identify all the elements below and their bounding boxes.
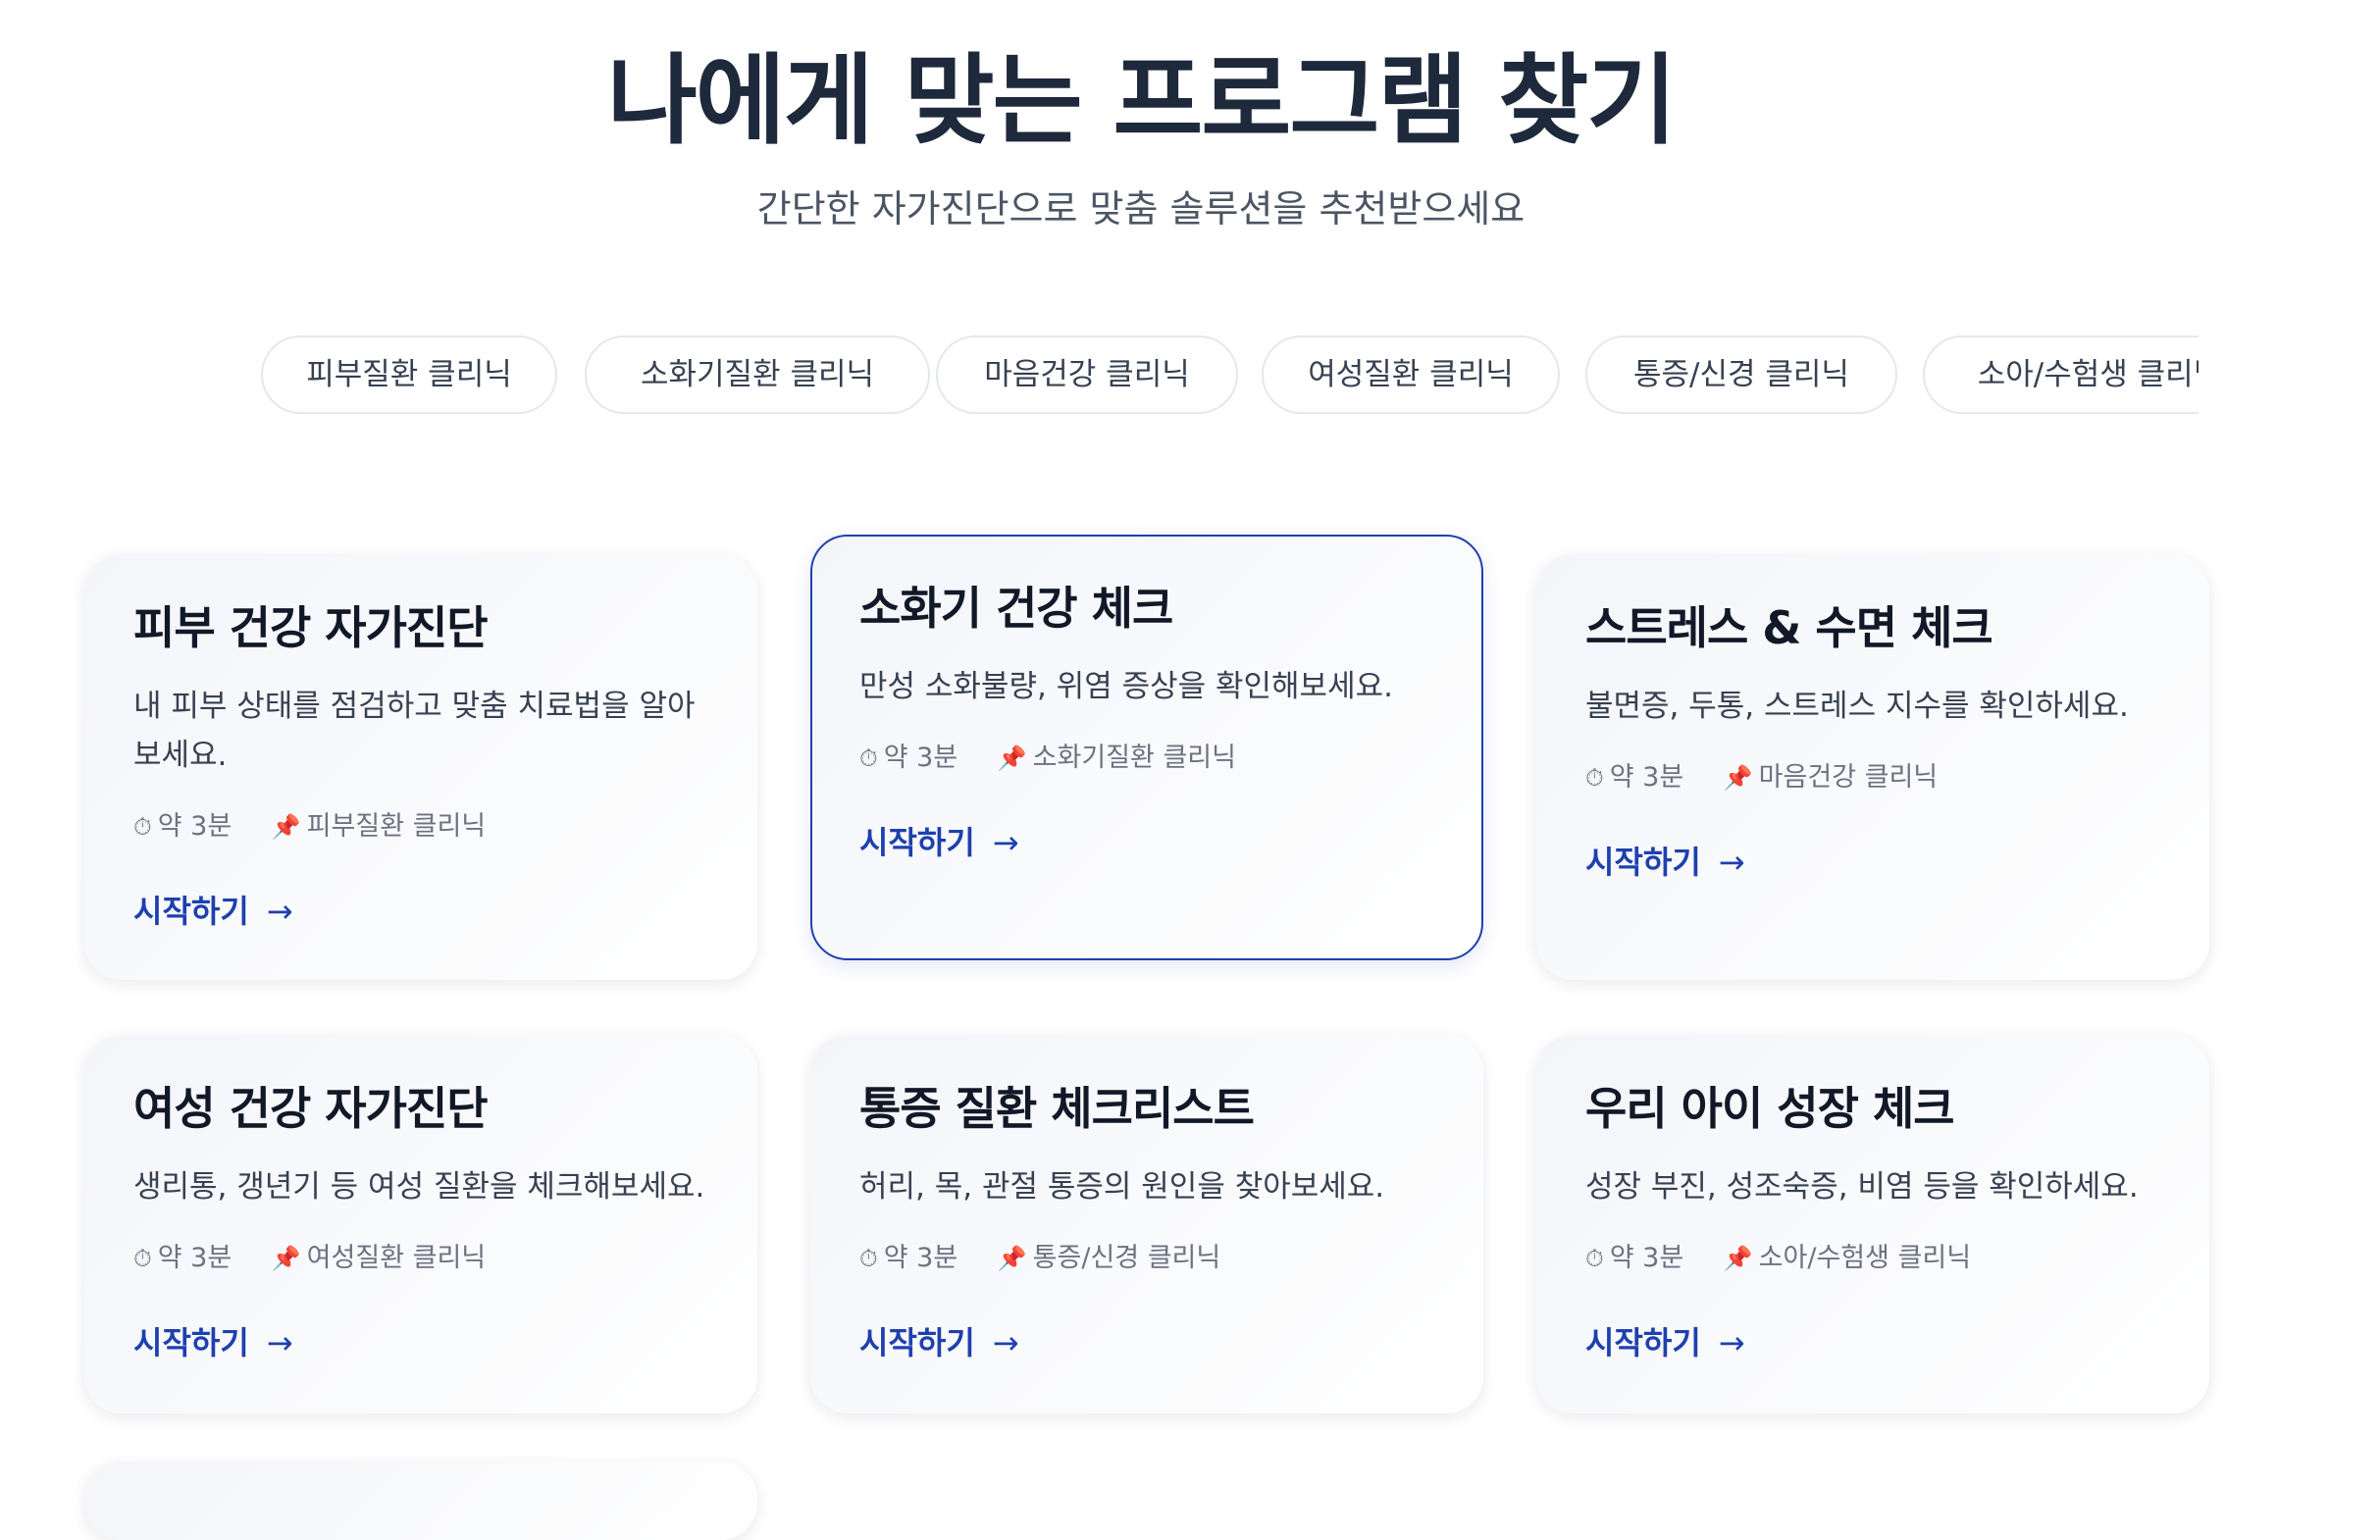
stopwatch-icon: ⏱ (1585, 764, 1604, 792)
card-title: 소화기 건강 체크 (859, 582, 1173, 635)
clinic-info: 📌 여성질환 클리닉 (272, 1239, 486, 1278)
arrow-right-icon: → (1718, 844, 1745, 881)
duration-text: 약 3분 (157, 811, 233, 842)
tab-kids-students-clinic[interactable]: 소아/수험생 클리닉 (1923, 335, 2199, 414)
card-title: 우리 아이 성장 체크 (1585, 1082, 1955, 1135)
arrow-right-icon: → (266, 893, 293, 930)
pushpin-icon: 📌 (1723, 764, 1753, 792)
clinic-info: 📌 소아/수험생 클리닉 (1724, 1239, 1971, 1278)
clinic-info: 📌 통증/신경 클리닉 (998, 1239, 1220, 1278)
start-label: 시작하기 (1585, 844, 1701, 881)
card-meta: ⏱ 약 3분 📌 피부질환 클리닉 (133, 807, 708, 847)
clinic-text: 마음건강 클리닉 (1758, 762, 1939, 793)
tab-digestive-clinic[interactable]: 소화기질환 클리닉 (585, 335, 930, 414)
start-button[interactable]: 시작하기 → (859, 821, 1019, 864)
stopwatch-icon: ⏱ (133, 813, 152, 841)
card-description: 허리, 목, 관절 통증의 원인을 찾아보세요. (859, 1169, 1385, 1205)
arrow-right-icon: → (1718, 1324, 1745, 1361)
tab-mental-health-clinic[interactable]: 마음건강 클리닉 (936, 335, 1238, 414)
card-meta: ⏱ 약 3분 📌 통증/신경 클리닉 (859, 1239, 1434, 1278)
page-title: 나에게 맞는 프로그램 찾기 (606, 43, 1677, 158)
arrow-right-icon: → (992, 1324, 1019, 1361)
duration-info: ⏱ 약 3분 (133, 1239, 232, 1278)
duration-text: 약 3분 (157, 1243, 233, 1273)
program-card-digestive[interactable]: 소화기 건강 체크 만성 소화불량, 위염 증상을 확인해보세요. ⏱ 약 3분 … (810, 535, 1483, 960)
duration-info: ⏱ 약 3분 (1585, 1239, 1683, 1278)
card-meta: ⏱ 약 3분 📌 여성질환 클리닉 (133, 1239, 708, 1278)
card-description: 성장 부진, 성조숙증, 비염 등을 확인하세요. (1585, 1169, 2139, 1205)
program-card-stress-sleep[interactable]: 스트레스 & 수면 체크 불면증, 두통, 스트레스 지수를 확인하세요. ⏱ 약… (1536, 554, 2209, 980)
card-description: 생리통, 갱년기 등 여성 질환을 체크해보세요. (133, 1169, 705, 1205)
clinic-info: 📌 마음건강 클리닉 (1724, 758, 1938, 797)
pushpin-icon: 📌 (271, 813, 301, 841)
clinic-text: 통증/신경 클리닉 (1032, 1243, 1221, 1273)
pushpin-icon: 📌 (997, 744, 1027, 772)
clinic-info: 📌 소화기질환 클리닉 (998, 739, 1236, 778)
arrow-right-icon: → (266, 1324, 293, 1361)
tab-pain-neuro-clinic[interactable]: 통증/신경 클리닉 (1585, 335, 1897, 414)
program-card-partial (84, 1462, 757, 1540)
card-description: 내 피부 상태를 점검하고 맞춤 치료법을 알아보세요. (133, 689, 696, 773)
tab-skin-clinic[interactable]: 피부질환 클리닉 (261, 335, 557, 414)
stopwatch-icon: ⏱ (133, 1245, 152, 1272)
page-subtitle: 간단한 자가진단으로 맞춤 솔루션을 추천받으세요 (756, 187, 1526, 231)
start-label: 시작하기 (133, 1324, 249, 1361)
card-description: 만성 소화불량, 위염 증상을 확인해보세요. (859, 669, 1393, 704)
program-card-womens[interactable]: 여성 건강 자가진단 생리통, 갱년기 등 여성 질환을 체크해보세요. ⏱ 약 … (84, 1035, 757, 1413)
program-card-kids-growth[interactable]: 우리 아이 성장 체크 성장 부진, 성조숙증, 비염 등을 확인하세요. ⏱ 약… (1536, 1035, 2209, 1413)
start-button[interactable]: 시작하기 → (133, 890, 293, 933)
card-title: 피부 건강 자가진단 (133, 601, 489, 654)
start-button[interactable]: 시작하기 → (1585, 841, 1745, 884)
duration-info: ⏱ 약 3분 (859, 1239, 957, 1278)
clinic-text: 소아/수험생 클리닉 (1758, 1243, 1972, 1273)
card-title: 스트레스 & 수면 체크 (1585, 601, 1993, 654)
arrow-right-icon: → (992, 824, 1019, 861)
card-title: 여성 건강 자가진단 (133, 1082, 489, 1135)
pushpin-icon: 📌 (271, 1245, 301, 1272)
card-title: 통증 질환 체크리스트 (859, 1082, 1255, 1135)
start-label: 시작하기 (1585, 1324, 1701, 1361)
category-tabs: 피부질환 클리닉 소화기질환 클리닉 마음건강 클리닉 여성질환 클리닉 통증/… (261, 335, 2199, 424)
pushpin-icon: 📌 (997, 1245, 1027, 1272)
duration-info: ⏱ 약 3분 (859, 739, 957, 778)
start-button[interactable]: 시작하기 → (859, 1321, 1019, 1364)
program-card-skin[interactable]: 피부 건강 자가진단 내 피부 상태를 점검하고 맞춤 치료법을 알아보세요. … (84, 554, 757, 980)
start-button[interactable]: 시작하기 → (133, 1321, 293, 1364)
stopwatch-icon: ⏱ (859, 744, 878, 772)
duration-text: 약 3분 (883, 743, 958, 773)
card-meta: ⏱ 약 3분 📌 소아/수험생 클리닉 (1585, 1239, 2160, 1278)
tab-womens-clinic[interactable]: 여성질환 클리닉 (1262, 335, 1560, 414)
start-label: 시작하기 (859, 1324, 975, 1361)
card-meta: ⏱ 약 3분 📌 소화기질환 클리닉 (859, 739, 1434, 778)
duration-text: 약 3분 (883, 1243, 958, 1273)
duration-info: ⏱ 약 3분 (133, 807, 232, 847)
duration-info: ⏱ 약 3분 (1585, 758, 1683, 797)
start-button[interactable]: 시작하기 → (1585, 1321, 1745, 1364)
stopwatch-icon: ⏱ (859, 1245, 878, 1272)
start-label: 시작하기 (133, 893, 249, 930)
clinic-text: 소화기질환 클리닉 (1032, 743, 1236, 773)
card-meta: ⏱ 약 3분 📌 마음건강 클리닉 (1585, 758, 2160, 797)
card-description: 불면증, 두통, 스트레스 지수를 확인하세요. (1585, 689, 2129, 724)
clinic-text: 피부질환 클리닉 (306, 811, 487, 842)
stopwatch-icon: ⏱ (1585, 1245, 1604, 1272)
pushpin-icon: 📌 (1723, 1245, 1753, 1272)
duration-text: 약 3분 (1609, 762, 1684, 793)
program-card-pain[interactable]: 통증 질환 체크리스트 허리, 목, 관절 통증의 원인을 찾아보세요. ⏱ 약 … (810, 1035, 1483, 1413)
clinic-text: 여성질환 클리닉 (306, 1243, 487, 1273)
clinic-info: 📌 피부질환 클리닉 (272, 807, 486, 847)
start-label: 시작하기 (859, 824, 975, 861)
duration-text: 약 3분 (1609, 1243, 1684, 1273)
